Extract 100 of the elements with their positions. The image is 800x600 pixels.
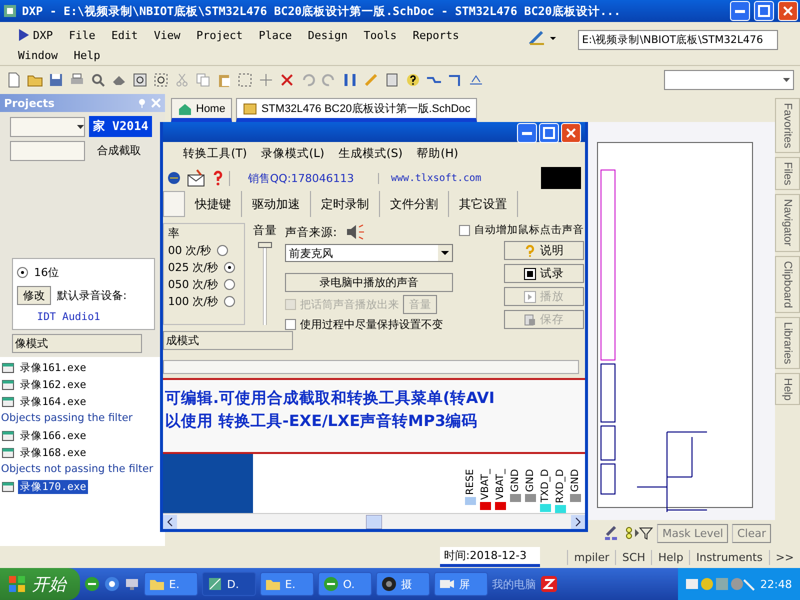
panel-tab[interactable]: mpiler [567,550,616,564]
magnifier-icon[interactable] [90,72,106,88]
settings-tab[interactable]: 定时录制 [311,191,380,217]
close-button[interactable] [561,123,581,143]
taskbar-button[interactable]: E. [260,572,314,596]
source-label: 声音来源: [285,224,337,240]
globe-icon[interactable] [167,170,181,186]
panel-tab[interactable]: SCH [615,550,652,564]
menu-item[interactable]: View [146,28,188,44]
checkbox[interactable] [459,224,470,236]
menu-item[interactable]: Design [300,28,356,44]
recording-entry[interactable]: 录像162.exe [18,378,88,392]
minimize-button[interactable] [730,1,750,21]
settings-tab[interactable]: 其它设置 [449,191,518,217]
slider-thumb[interactable] [258,242,272,248]
report-icon[interactable] [384,72,400,88]
panel-tab[interactable]: Instruments [689,550,769,564]
side-tab[interactable]: Navigator [775,194,800,252]
more-button[interactable]: >> [768,550,800,564]
maximize-button[interactable] [754,1,774,21]
menu-item[interactable]: 生成模式(S) [338,146,403,161]
mask-level-button[interactable]: Mask Level [657,524,728,542]
action-button[interactable]: 试录 [504,264,584,283]
maximize-button[interactable] [539,123,559,143]
taskbar-button[interactable]: O. [318,572,372,596]
menu-item[interactable]: Project [188,28,251,44]
toolbar-combo[interactable] [664,70,794,90]
side-tab[interactable]: Favorites [775,98,800,154]
path-combo[interactable]: E:\视频录制\NBIOT底板\STM32L476 [578,30,778,50]
menu-item[interactable]: Tools [356,28,405,44]
recording-entry[interactable]: 录像161.exe [18,360,88,374]
clipboard-icon[interactable] [216,72,232,88]
selection-icon[interactable] [237,72,253,88]
menu-item[interactable]: 录像模式(L) [261,146,324,161]
recording-entry[interactable]: 录像166.exe [18,428,88,442]
taskbar-button[interactable]: 摄 [376,572,430,596]
cross-icon[interactable] [279,72,295,88]
panel-tab[interactable]: Help [651,550,690,564]
document-icon[interactable] [6,72,22,88]
help-icon[interactable] [405,72,421,88]
speaker-icon[interactable] [344,223,365,241]
filter-icon[interactable] [625,525,654,541]
recording-entry[interactable]: 录像164.exe [18,394,88,408]
side-tab[interactable]: Libraries [775,316,800,369]
website-link[interactable]: www.tlxsoft.com [378,172,494,184]
radio-button[interactable] [224,262,236,273]
clear-button[interactable]: Clear [732,524,771,542]
taskbar-button[interactable]: D. [202,572,256,596]
menu-item[interactable]: Edit [103,28,146,44]
side-tab[interactable]: Clipboard [775,256,800,313]
settings-tab[interactable]: 快捷键 [185,191,242,217]
record-playback-button[interactable]: 录电脑中播放的声音 [285,273,453,292]
menu-item[interactable]: DXP [10,28,61,44]
radio-button[interactable] [224,296,236,307]
menu-item[interactable]: 帮助(H) [416,146,458,161]
minimize-button[interactable] [517,123,537,143]
menu-item[interactable]: Reports [404,28,468,44]
crosshair-icon[interactable] [258,72,274,88]
input-method-icon[interactable] [540,575,558,593]
panel-title: Projects [4,96,55,110]
copy-icon[interactable] [195,72,211,88]
envelope-icon[interactable] [187,169,207,187]
radio-button[interactable] [217,245,228,256]
start-button[interactable]: 开始 [0,568,80,600]
menu-item[interactable]: 转换工具(T) [183,146,247,161]
document-tab[interactable]: Home [171,98,232,122]
mode-tab[interactable]: 成模式 [163,331,293,350]
browser-icon[interactable] [84,576,100,592]
action-button[interactable]: 说明 [504,241,584,260]
document-tab[interactable]: STM32L476 BC20底板设计第一版.SchDoc [236,98,478,122]
desktop-icon[interactable] [124,576,140,592]
checkbox[interactable] [285,319,296,330]
text-field[interactable] [163,360,579,374]
radio-button[interactable] [17,267,28,278]
settings-tab[interactable]: 文件分割 [380,191,449,217]
globe-icon[interactable] [104,576,120,592]
side-tab[interactable]: Files [775,157,800,190]
dropdown-field[interactable] [10,116,85,136]
menu-item[interactable]: Window [10,48,66,64]
recording-entry[interactable]: 录像168.exe [18,446,88,460]
menu-item[interactable]: File [60,28,104,44]
modify-button[interactable]: 修改 [17,286,51,305]
pencil-ruler-icon[interactable] [528,30,558,46]
source-dropdown[interactable]: 前麦克风 [285,244,453,262]
settings-tab[interactable]: 驱动加速 [242,191,311,217]
taskbar-button[interactable]: 屏 [434,572,488,596]
menu-item[interactable]: Help [66,48,108,64]
horizontal-scrollbar[interactable] [163,513,585,529]
recording-entry[interactable]: 录像170.exe [18,480,88,494]
side-tab[interactable]: Help [775,372,800,406]
zoom-selection-icon[interactable] [153,72,169,88]
menu-item[interactable]: Place [250,28,300,44]
radio-button[interactable] [224,279,236,290]
text-field[interactable] [10,141,85,161]
mode-tab[interactable]: 像模式 [12,334,142,353]
menu-item[interactable]: 合成截取 [89,143,149,159]
taskbar-button[interactable]: E. [144,572,198,596]
bus-icon[interactable] [447,72,463,88]
close-button[interactable] [778,1,798,21]
zoom-icon[interactable] [132,72,148,88]
